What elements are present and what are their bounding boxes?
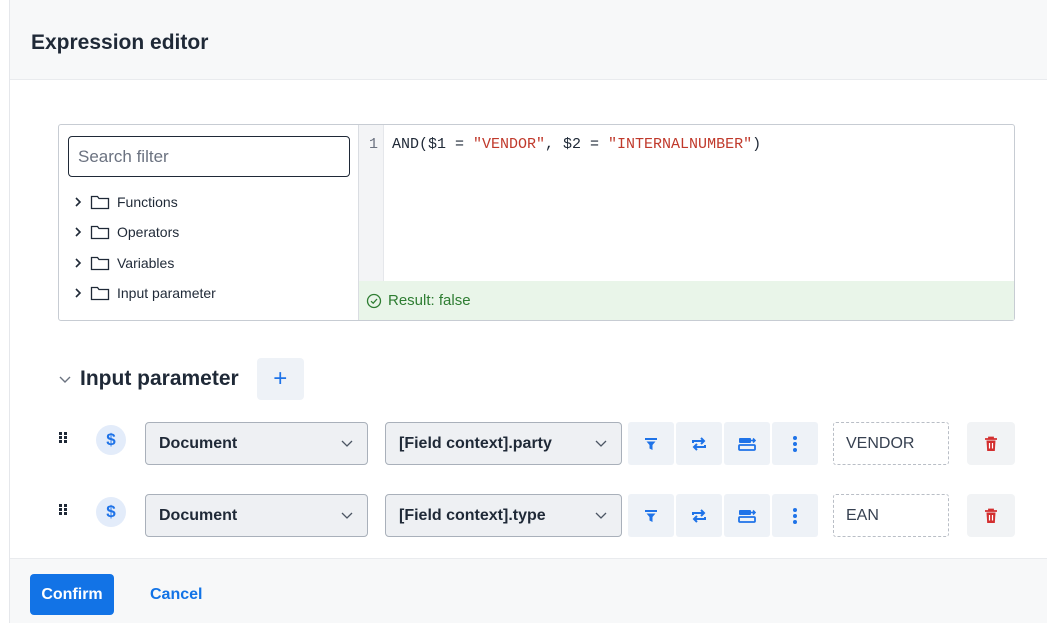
chevron-right-icon[interactable] bbox=[72, 226, 84, 238]
chevron-down-icon[interactable] bbox=[58, 372, 72, 386]
input-parameter-section-header: Input parameter + bbox=[58, 358, 304, 400]
code-editor[interactable]: 1 AND($1 = "VENDOR", $2 = "INTERNALNUMBE… bbox=[359, 125, 1014, 320]
code-token: ) bbox=[752, 136, 762, 153]
add-parameter-button[interactable]: + bbox=[256, 358, 304, 400]
tree-item-label: Variables bbox=[117, 255, 175, 271]
tree-item-label: Input parameter bbox=[117, 285, 216, 301]
swap-button[interactable] bbox=[676, 494, 722, 537]
trash-icon bbox=[985, 508, 997, 523]
table-map-icon bbox=[738, 509, 756, 523]
code-string-token: "VENDOR" bbox=[473, 136, 546, 153]
code-string-token: "INTERNALNUMBER" bbox=[608, 136, 753, 153]
more-vertical-icon bbox=[793, 435, 797, 452]
dialog-header: Expression editor bbox=[10, 0, 1047, 80]
folder-icon bbox=[90, 256, 110, 271]
drag-handle-icon[interactable] bbox=[58, 431, 68, 443]
filter-button[interactable] bbox=[628, 494, 674, 537]
more-options-button[interactable] bbox=[772, 422, 818, 465]
expression-editor-dialog: Expression editor Functions Operators Va… bbox=[9, 0, 1047, 623]
chevron-down-icon bbox=[595, 440, 607, 447]
source-select-value: Document bbox=[159, 506, 238, 524]
parameter-value-input[interactable] bbox=[833, 494, 949, 537]
chevron-right-icon[interactable] bbox=[72, 287, 84, 299]
filter-icon bbox=[645, 509, 657, 522]
source-select[interactable]: Document bbox=[145, 422, 368, 465]
parameter-row: $ Document [Field context].type bbox=[58, 494, 1015, 540]
drag-handle-icon[interactable] bbox=[58, 503, 68, 515]
field-select-value: [Field context].type bbox=[399, 506, 546, 524]
section-title: Input parameter bbox=[80, 367, 239, 390]
tree-item-functions[interactable]: Functions bbox=[72, 191, 178, 213]
dialog-footer: Confirm Cancel bbox=[10, 558, 1047, 623]
cancel-button[interactable]: Cancel bbox=[150, 574, 202, 615]
chevron-down-icon bbox=[341, 440, 353, 447]
mapping-button[interactable] bbox=[724, 422, 770, 465]
swap-button[interactable] bbox=[676, 422, 722, 465]
chevron-down-icon bbox=[341, 512, 353, 519]
field-select[interactable]: [Field context].type bbox=[385, 494, 622, 537]
trash-icon bbox=[985, 436, 997, 451]
delete-parameter-button[interactable] bbox=[967, 494, 1015, 537]
dollar-icon: $ bbox=[96, 497, 126, 527]
dialog-title: Expression editor bbox=[31, 31, 209, 54]
code-token: AND($1 = bbox=[392, 136, 474, 153]
source-select-value: Document bbox=[159, 434, 238, 452]
result-bar: Result: false bbox=[359, 281, 1014, 320]
folder-icon bbox=[90, 195, 110, 210]
code-line[interactable]: AND($1 = "VENDOR", $2 = "INTERNALNUMBER"… bbox=[392, 136, 761, 153]
confirm-button[interactable]: Confirm bbox=[30, 574, 114, 615]
parameter-row: $ Document [Field context].party bbox=[58, 422, 1015, 468]
code-token: , $2 = bbox=[545, 136, 609, 153]
tree-item-variables[interactable]: Variables bbox=[72, 252, 174, 274]
folder-icon bbox=[90, 225, 110, 240]
filter-icon bbox=[645, 437, 657, 450]
search-filter-input[interactable] bbox=[68, 136, 350, 177]
more-options-button[interactable] bbox=[772, 494, 818, 537]
field-select-value: [Field context].party bbox=[399, 434, 552, 452]
expression-editor-panel: Functions Operators Variables Input para… bbox=[58, 124, 1015, 321]
folder-icon bbox=[90, 286, 110, 301]
tree-item-input-parameter[interactable]: Input parameter bbox=[72, 282, 216, 304]
chevron-down-icon bbox=[595, 512, 607, 519]
element-tree-pane: Functions Operators Variables Input para… bbox=[59, 125, 359, 320]
parameter-value-input[interactable] bbox=[833, 422, 949, 465]
repeat-icon bbox=[692, 508, 706, 523]
filter-button[interactable] bbox=[628, 422, 674, 465]
tree-item-operators[interactable]: Operators bbox=[72, 221, 179, 243]
tree-item-label: Operators bbox=[117, 224, 180, 240]
more-vertical-icon bbox=[793, 507, 797, 524]
chevron-right-icon[interactable] bbox=[72, 257, 84, 269]
field-select[interactable]: [Field context].party bbox=[385, 422, 622, 465]
check-circle-icon bbox=[366, 293, 382, 308]
tree-item-label: Functions bbox=[117, 194, 178, 210]
repeat-icon bbox=[692, 436, 706, 451]
source-select[interactable]: Document bbox=[145, 494, 368, 537]
delete-parameter-button[interactable] bbox=[967, 422, 1015, 465]
dollar-icon: $ bbox=[96, 425, 126, 455]
mapping-button[interactable] bbox=[724, 494, 770, 537]
chevron-right-icon[interactable] bbox=[72, 196, 84, 208]
line-gutter: 1 bbox=[359, 125, 384, 281]
line-number: 1 bbox=[368, 136, 378, 153]
table-map-icon bbox=[738, 437, 756, 451]
result-text: Result: false bbox=[388, 292, 471, 309]
